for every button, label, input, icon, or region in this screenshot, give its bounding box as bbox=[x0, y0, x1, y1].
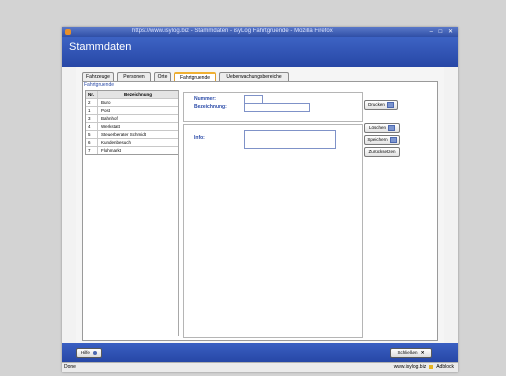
bezeichnung-input[interactable] bbox=[244, 103, 310, 112]
table-row[interactable]: 1 Post bbox=[86, 107, 178, 115]
browser-window: https://www.isylog.biz - Stammdaten - is… bbox=[62, 27, 458, 372]
row-nr: 7 bbox=[86, 147, 98, 154]
table-row[interactable]: 3 Bahnhof bbox=[86, 115, 178, 123]
main-content: Fahrzeuge Personen Orte Fahrtgruende Ueb… bbox=[76, 67, 444, 343]
window-titlebar[interactable]: https://www.isylog.biz - Stammdaten - is… bbox=[62, 27, 458, 37]
app-header: Stammdaten bbox=[62, 37, 458, 67]
info-group: Info: bbox=[183, 124, 363, 338]
schliessen-label: Schließen bbox=[397, 350, 418, 355]
table-row[interactable]: 7 Flohmarkt bbox=[86, 147, 178, 154]
schliessen-button[interactable]: Schließen ✕ bbox=[390, 348, 432, 358]
row-bezeichnung: Steuerberater Schmidt bbox=[101, 132, 147, 137]
tab-orte[interactable]: Orte bbox=[154, 72, 171, 81]
firefox-icon bbox=[65, 29, 71, 35]
fields-group: Nummer: Bezeichnung: bbox=[183, 92, 363, 122]
print-icon bbox=[386, 101, 394, 108]
row-bezeichnung: Flohmarkt bbox=[101, 148, 122, 153]
status-domain: www.isylog.biz bbox=[393, 364, 427, 370]
row-nr: 6 bbox=[86, 139, 98, 146]
row-bezeichnung: Buro bbox=[101, 100, 111, 105]
status-right: www.isylog.biz Adblock bbox=[394, 364, 454, 370]
status-text: Done bbox=[64, 364, 76, 370]
group-label: Fahrtgruende bbox=[84, 82, 115, 88]
column-header-nr[interactable]: Nr. bbox=[86, 91, 98, 98]
column-header-bezeichnung[interactable]: Bezeichnung bbox=[98, 91, 178, 98]
tab-panel: Fahrtgruende Nr. Bezeichnung 2 Buro 1 Po… bbox=[82, 81, 438, 341]
page-title: Stammdaten bbox=[69, 41, 132, 53]
row-nr: 2 bbox=[86, 99, 98, 106]
speichern-label: Speichern bbox=[367, 137, 388, 142]
row-bezeichnung: Kundenbesuch bbox=[101, 140, 132, 145]
row-nr: 5 bbox=[86, 131, 98, 138]
fahrtgruende-table: Nr. Bezeichnung 2 Buro 1 Post 3 Bahnhof … bbox=[85, 90, 179, 155]
table-header: Nr. Bezeichnung bbox=[86, 91, 178, 99]
help-icon bbox=[93, 350, 98, 355]
panel-divider bbox=[178, 90, 179, 336]
delete-icon bbox=[388, 124, 395, 131]
hilfe-button[interactable]: Hilfe bbox=[76, 348, 102, 358]
row-nr: 3 bbox=[86, 115, 98, 122]
app-footer: Hilfe Schließen ✕ bbox=[62, 343, 458, 362]
bezeichnung-label: Bezeichnung: bbox=[194, 104, 227, 110]
zuruecksetzen-label: Zurücksetzen bbox=[368, 149, 396, 154]
table-row[interactable]: 6 Kundenbesuch bbox=[86, 139, 178, 147]
window-title: https://www.isylog.biz - Stammdaten - is… bbox=[132, 28, 333, 34]
info-label: Info: bbox=[194, 135, 205, 141]
hilfe-label: Hilfe bbox=[80, 350, 90, 355]
row-bezeichnung: Post bbox=[101, 108, 111, 113]
tab-personen[interactable]: Personen bbox=[117, 72, 151, 81]
close-icon: ✕ bbox=[420, 350, 425, 355]
speichern-button[interactable]: Speichern bbox=[364, 135, 400, 145]
nummer-label: Nummer: bbox=[194, 96, 216, 102]
row-bezeichnung: Bahnhof bbox=[101, 116, 118, 121]
table-row[interactable]: 5 Steuerberater Schmidt bbox=[86, 131, 178, 139]
tab-fahrzeuge[interactable]: Fahrzeuge bbox=[82, 72, 114, 81]
tab-ueberwachungsbereiche[interactable]: Ueberwachungsbereiche bbox=[219, 72, 289, 81]
row-nr: 4 bbox=[86, 123, 98, 130]
info-textarea[interactable] bbox=[244, 130, 336, 149]
zuruecksetzen-button[interactable]: Zurücksetzen bbox=[364, 147, 400, 157]
drucken-label: Drucken bbox=[368, 102, 385, 107]
row-nr: 1 bbox=[86, 107, 98, 114]
row-bezeichnung: Werkstatt bbox=[101, 124, 120, 129]
window-controls[interactable]: – □ ✕ bbox=[430, 28, 455, 35]
adblock-button[interactable]: Adblock bbox=[436, 364, 454, 370]
loeschen-label: Löschen bbox=[368, 125, 386, 130]
browser-statusbar: Done www.isylog.biz Adblock bbox=[62, 362, 458, 372]
lock-icon bbox=[429, 364, 434, 369]
table-row[interactable]: 4 Werkstatt bbox=[86, 123, 178, 131]
save-icon bbox=[389, 136, 397, 143]
drucken-button[interactable]: Drucken bbox=[364, 100, 398, 110]
loeschen-button[interactable]: Löschen bbox=[364, 123, 400, 133]
table-row[interactable]: 2 Buro bbox=[86, 99, 178, 107]
